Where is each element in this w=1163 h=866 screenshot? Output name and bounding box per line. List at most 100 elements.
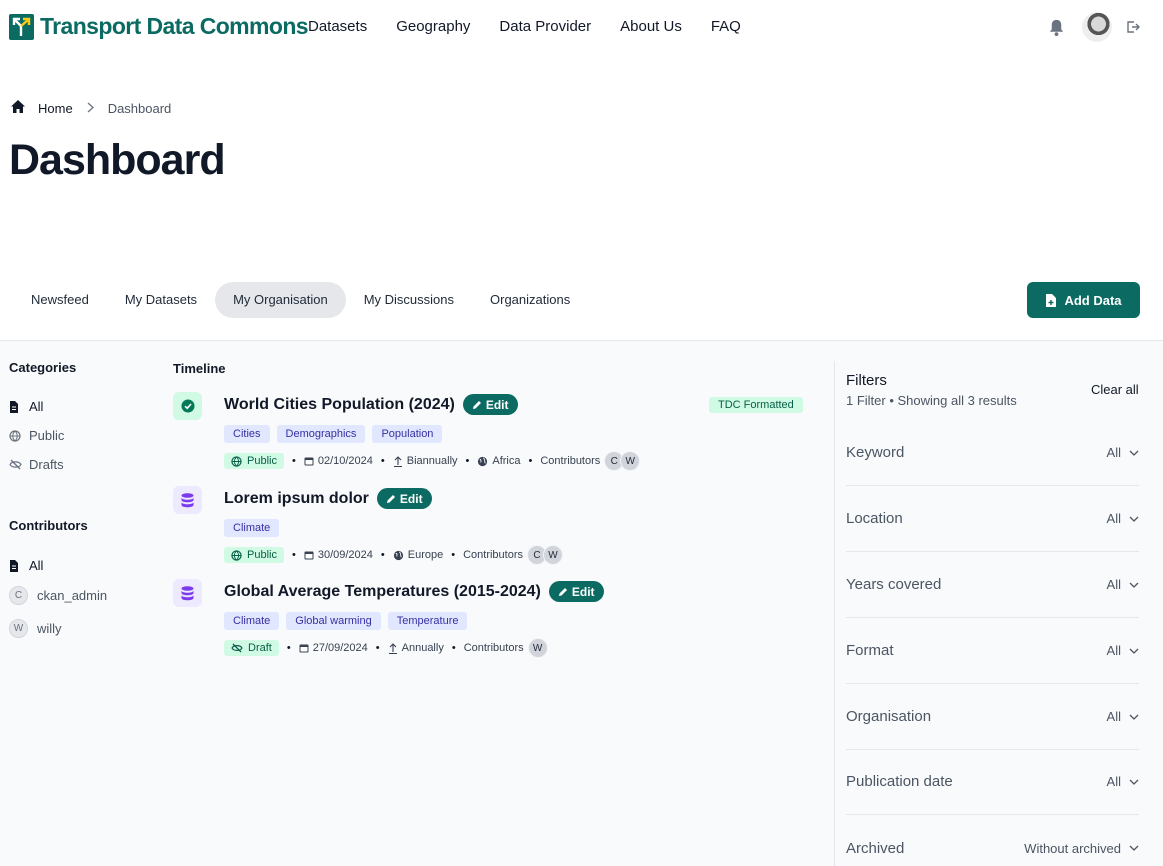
filter-value: All bbox=[1106, 774, 1121, 789]
contributor-willy[interactable]: W willy bbox=[9, 619, 62, 638]
nav-faq[interactable]: FAQ bbox=[711, 18, 741, 35]
visibility-badge: Public bbox=[224, 453, 284, 469]
filter-archived[interactable]: Archived Without archived bbox=[846, 815, 1139, 866]
entry-meta: Public • 02/10/2024 • Biannually • Afric… bbox=[224, 451, 641, 471]
filter-format[interactable]: Format All bbox=[846, 618, 1139, 684]
tab-organizations[interactable]: Organizations bbox=[472, 282, 588, 318]
dataset-title[interactable]: Lorem ipsum dolor bbox=[224, 490, 369, 508]
breadcrumb-home[interactable]: Home bbox=[38, 101, 73, 116]
chevron-down-icon bbox=[1129, 516, 1139, 522]
file-icon bbox=[9, 559, 29, 572]
tag-list: Climate bbox=[224, 519, 280, 537]
add-data-button[interactable]: Add Data bbox=[1027, 282, 1140, 318]
category-public-label: Public bbox=[29, 428, 65, 443]
clear-all-button[interactable]: Clear all bbox=[1091, 382, 1139, 397]
contributor-avatar: W bbox=[527, 638, 548, 658]
filter-value: All bbox=[1106, 577, 1121, 592]
nav-geography[interactable]: Geography bbox=[396, 18, 470, 35]
nav-about-us[interactable]: About Us bbox=[620, 18, 682, 35]
chevron-down-icon bbox=[1129, 714, 1139, 720]
entry-date: 30/09/2024 bbox=[317, 549, 373, 561]
contributor-name: ckan_admin bbox=[37, 588, 108, 603]
edit-button[interactable]: Edit bbox=[462, 394, 518, 415]
pencil-icon bbox=[386, 494, 395, 503]
tab-my-organisation[interactable]: My Organisation bbox=[215, 282, 346, 318]
visibility-badge: Draft bbox=[224, 640, 279, 656]
nav-data-provider[interactable]: Data Provider bbox=[499, 18, 591, 35]
edit-button[interactable]: Edit bbox=[548, 581, 604, 602]
entry-frequency: Annually bbox=[401, 642, 444, 654]
contributor-all-label: All bbox=[29, 558, 44, 573]
filter-organisation[interactable]: Organisation All bbox=[846, 684, 1139, 750]
category-all-label: All bbox=[29, 399, 44, 414]
filter-years-covered[interactable]: Years covered All bbox=[846, 552, 1139, 618]
categories-title: Categories bbox=[9, 360, 77, 375]
check-circle-icon bbox=[173, 392, 202, 420]
contributors-title: Contributors bbox=[9, 518, 88, 533]
tag[interactable]: Cities bbox=[224, 425, 270, 443]
category-public[interactable]: Public bbox=[9, 428, 64, 443]
category-drafts[interactable]: Drafts bbox=[9, 457, 64, 472]
visibility-badge: Public bbox=[224, 547, 284, 563]
filter-location[interactable]: Location All bbox=[846, 486, 1139, 552]
globe-icon bbox=[478, 456, 488, 466]
filter-label: Organisation bbox=[846, 708, 932, 725]
chevron-down-icon bbox=[1129, 845, 1139, 851]
filter-value: All bbox=[1106, 709, 1121, 724]
user-avatar[interactable] bbox=[1082, 12, 1112, 42]
database-icon bbox=[173, 579, 202, 607]
edit-label: Edit bbox=[399, 491, 423, 506]
tag[interactable]: Population bbox=[372, 425, 443, 443]
dataset-title[interactable]: Global Average Temperatures (2015-2024) bbox=[224, 583, 541, 601]
brand-logo[interactable]: Transport Data Commons bbox=[9, 13, 309, 40]
globe-icon bbox=[9, 429, 29, 442]
dashboard-content: Categories All Public Drafts Contributor… bbox=[0, 340, 1163, 866]
contributor-avatar: C bbox=[9, 586, 28, 605]
format-badge: TDC Formatted bbox=[709, 397, 803, 413]
filter-publication-date[interactable]: Publication date All bbox=[846, 749, 1139, 815]
tab-my-datasets[interactable]: My Datasets bbox=[107, 282, 215, 318]
entry-date: 27/09/2024 bbox=[312, 642, 368, 654]
contributor-name: willy bbox=[37, 621, 62, 636]
edit-button[interactable]: Edit bbox=[376, 488, 432, 509]
nav-datasets[interactable]: Datasets bbox=[308, 18, 367, 35]
home-icon[interactable] bbox=[10, 99, 26, 117]
globe-icon bbox=[393, 550, 403, 560]
tag[interactable]: Temperature bbox=[387, 612, 468, 630]
entry-meta: Draft • 27/09/2024 • Annually • Contribu… bbox=[224, 638, 548, 658]
filter-value: Without archived bbox=[1024, 840, 1121, 856]
main-nav: Datasets Geography Data Provider About U… bbox=[308, 18, 741, 35]
category-all[interactable]: All bbox=[9, 399, 43, 414]
eye-off-icon bbox=[9, 459, 29, 470]
bell-icon[interactable] bbox=[1047, 18, 1066, 42]
entry-header: World Cities Population (2024) Edit bbox=[224, 394, 518, 415]
entry-region: Africa bbox=[492, 455, 521, 467]
entry-header: Global Average Temperatures (2015-2024) … bbox=[224, 581, 604, 602]
contributor-all[interactable]: All bbox=[9, 558, 43, 573]
dataset-title[interactable]: World Cities Population (2024) bbox=[224, 396, 455, 414]
filter-value: All bbox=[1106, 445, 1121, 460]
chevron-down-icon bbox=[1129, 582, 1139, 588]
contributor-avatars: W bbox=[527, 638, 548, 658]
tag[interactable]: Climate bbox=[224, 519, 280, 537]
contributor-avatar: W bbox=[620, 451, 641, 471]
category-drafts-label: Drafts bbox=[29, 457, 64, 472]
entry-header: Lorem ipsum dolor Edit bbox=[224, 488, 432, 509]
tag-list: Cities Demographics Population bbox=[224, 425, 443, 443]
tab-newsfeed[interactable]: Newsfeed bbox=[13, 282, 107, 318]
filters-panel: Filters 1 Filter • Showing all 3 results… bbox=[834, 361, 1163, 866]
tag[interactable]: Climate bbox=[224, 612, 280, 630]
contributor-ckan-admin[interactable]: C ckan_admin bbox=[9, 586, 107, 605]
tag[interactable]: Global warming bbox=[286, 612, 381, 630]
entry-region: Europe bbox=[407, 549, 444, 561]
visibility-label: Public bbox=[247, 455, 277, 467]
logout-icon[interactable] bbox=[1126, 20, 1140, 39]
filter-keyword[interactable]: Keyword All bbox=[846, 420, 1139, 486]
tab-my-discussions[interactable]: My Discussions bbox=[346, 282, 472, 318]
tag[interactable]: Demographics bbox=[276, 425, 366, 443]
brand-logo-icon bbox=[9, 13, 34, 40]
entry-frequency: Biannually bbox=[406, 455, 458, 467]
add-data-label: Add Data bbox=[1064, 292, 1122, 308]
upload-icon bbox=[393, 455, 402, 467]
filter-label: Format bbox=[846, 642, 894, 659]
